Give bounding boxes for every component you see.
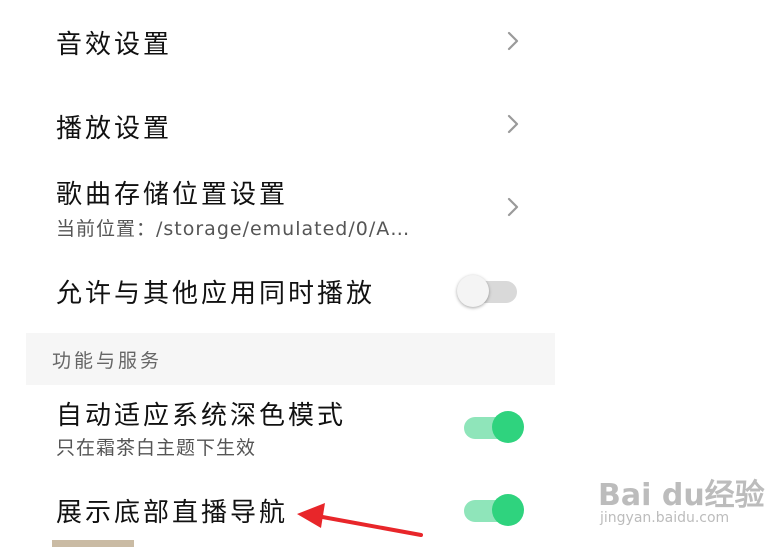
show-live-navigation-row: 展示底部直播导航 [0, 476, 560, 540]
chevron-right-icon [504, 113, 522, 135]
sound-effects-settings-title: 音效设置 [56, 30, 173, 60]
sound-effects-settings-row[interactable]: 音效设置 [0, 0, 560, 80]
show-live-navigation-toggle[interactable] [462, 492, 526, 528]
auto-dark-mode-title: 自动适应系统深色模式 [56, 401, 347, 431]
playback-settings-row[interactable]: 播放设置 [0, 88, 560, 168]
song-storage-location-title: 歌曲存储位置设置 [56, 180, 289, 210]
toggle-knob [457, 275, 489, 307]
toggle-knob [492, 411, 524, 443]
auto-dark-mode-toggle[interactable] [462, 409, 526, 445]
section-header: 功能与服务 [26, 333, 555, 385]
allow-mixed-playback-toggle[interactable] [457, 273, 521, 309]
red-annotation-arrow-icon [297, 503, 423, 537]
current-storage-path: 当前位置：/storage/emulated/0/A… [56, 218, 411, 240]
chevron-right-icon [504, 30, 522, 52]
baidu-jingyan-watermark: Bai du经验 jingyan.baidu.com [598, 470, 765, 530]
watermark-url: jingyan.baidu.com [600, 510, 730, 526]
allow-mixed-playback-row: 允许与其他应用同时播放 [0, 256, 560, 326]
playback-settings-title: 播放设置 [56, 114, 173, 144]
chevron-right-icon [504, 196, 522, 218]
watermark-logo-text: Bai du经验 [598, 478, 765, 513]
show-live-navigation-title: 展示底部直播导航 [56, 498, 289, 528]
thumbnail-image [52, 540, 134, 547]
allow-mixed-playback-title: 允许与其他应用同时播放 [56, 279, 376, 309]
song-storage-location-row[interactable]: 歌曲存储位置设置 当前位置：/storage/emulated/0/A… [0, 168, 560, 248]
auto-dark-mode-row: 自动适应系统深色模式 只在霜茶白主题下生效 [0, 388, 560, 468]
section-label-features-services: 功能与服务 [52, 350, 163, 372]
auto-dark-mode-subtitle: 只在霜茶白主题下生效 [56, 437, 257, 459]
toggle-knob [492, 494, 524, 526]
